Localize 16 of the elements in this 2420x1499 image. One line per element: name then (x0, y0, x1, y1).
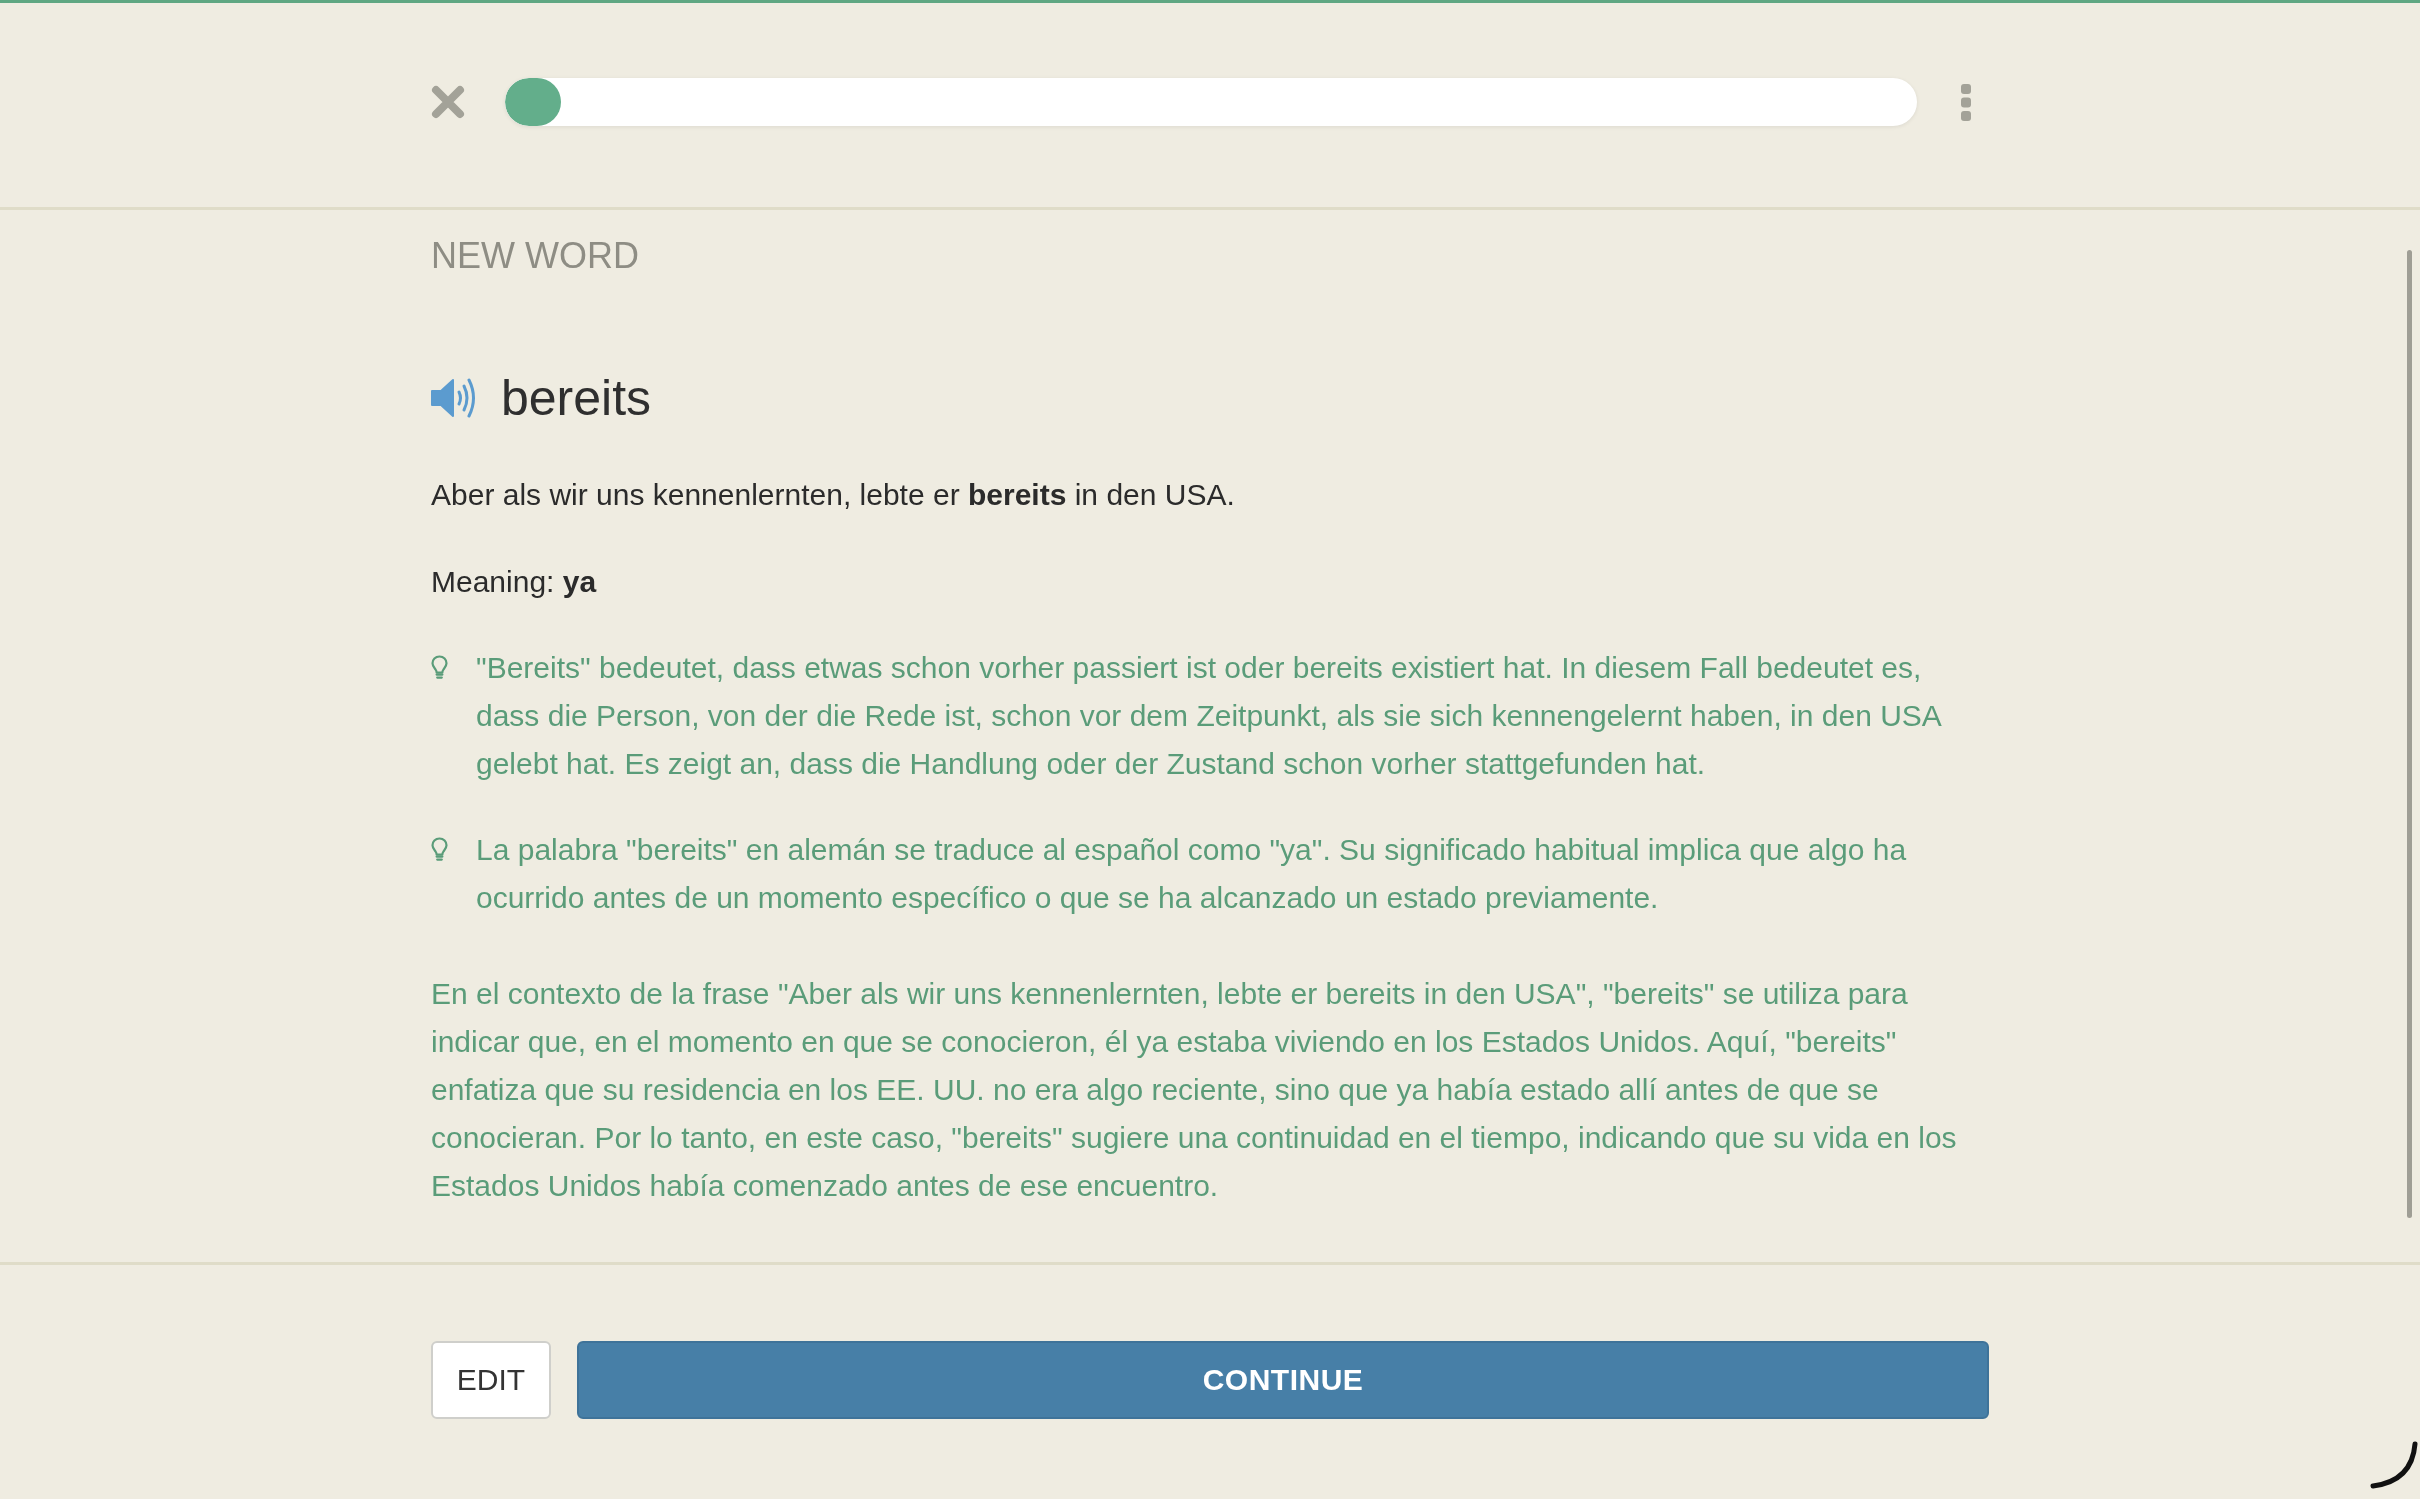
explanation-text: En el contexto de la frase "Aber als wir uns kennenlernten, lebte er bereits in den USA", "bereits" se utiliza para indicar que, en el momento en que se conocieron, él ya estaba viviendo en los Estados Unidos. Aquí, "bereits" enfatiza que su residencia en los EE. UU. no era algo reciente, sino que ya había estado allí antes de que se conocieran. Por lo tanto, en este caso, "bereits" sugiere una continuidad en el tiempo, indicando que su vida en los Estados Unidos había comenzado antes de ese encuentro. (431, 976, 1958, 1204)
section-label: NEW WORD (431, 234, 639, 278)
continue-button[interactable]: CONTINUE (577, 1341, 1989, 1419)
lightbulb-icon (431, 837, 448, 862)
word-title: bereits (501, 369, 652, 428)
edit-button[interactable]: EDIT (431, 1341, 551, 1419)
arc-icon (2370, 1441, 2418, 1489)
more-menu-icon[interactable] (1961, 83, 1971, 121)
scrollbar[interactable] (2407, 250, 2412, 1218)
close-icon[interactable] (431, 85, 465, 119)
hint-text: "Bereits" bedeutet, dass etwas schon vorher passiert ist oder bereits existiert hat. In diesem Fall bedeutet es, dass die Person, von der die Rede ist, schon vor dem Zeitpunkt, als sie sich kennengelernt haben, in den USA gelebt hat. Es zeigt an, dass die Handlung oder der Zustand schon vorher stattgefunden hat. (476, 650, 1942, 782)
lightbulb-icon (431, 655, 448, 680)
meaning-text: Meaning: ya (431, 564, 597, 600)
example-sentence: Aber als wir uns kennenlernten, lebte er bereits in den USA. (431, 477, 1235, 513)
hint-text: La palabra "bereits" en alemán se traduce al español como "ya". Su significado habitual implica que algo ha ocurrido antes de un momento específico o que se ha alcanzado un estado previamente. (476, 832, 1908, 916)
speaker-icon[interactable] (431, 376, 477, 420)
